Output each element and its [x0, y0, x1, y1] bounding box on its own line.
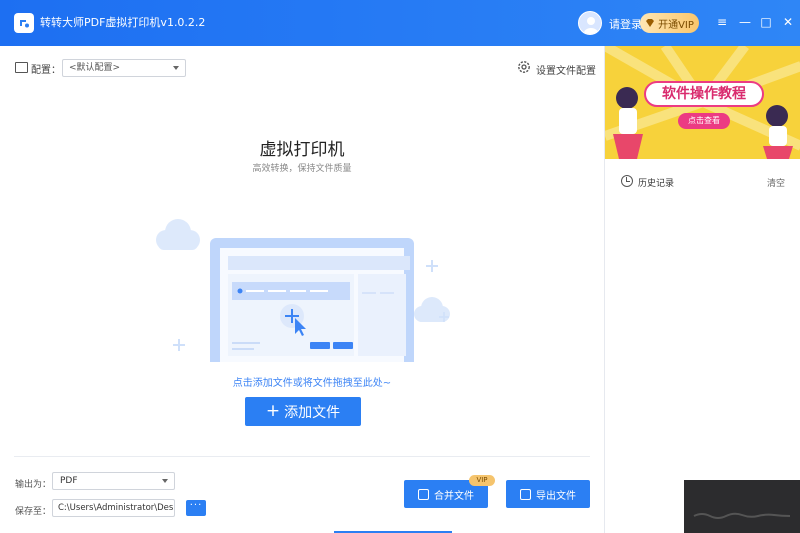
merge-files-label: 合并文件 — [434, 490, 474, 502]
divider — [14, 456, 590, 457]
browse-folder-button[interactable]: ··· — [186, 500, 206, 516]
cloud-icon — [156, 219, 200, 250]
merge-icon — [418, 488, 429, 500]
output-format-value: PDF — [60, 476, 78, 486]
drop-hint-text[interactable]: 点击添加文件或将文件拖拽至此处~ — [0, 374, 624, 389]
history-label: 历史记录 — [638, 179, 675, 189]
export-files-label: 导出文件 — [536, 490, 576, 502]
user-avatar-icon[interactable] — [578, 11, 602, 35]
add-file-label: 添加文件 — [284, 404, 341, 421]
export-files-button[interactable]: 导出文件 — [506, 480, 590, 508]
banner-cta-button[interactable]: 点击查看 — [678, 113, 730, 129]
main-panel: 配置： <默认配置> 设置文件配置 虚拟打印机 高效转换，保持文件质量 点击添加… — [0, 46, 604, 533]
gear-icon[interactable] — [517, 60, 531, 74]
dark-overlay — [684, 480, 800, 533]
output-format-select[interactable]: PDF — [52, 472, 175, 490]
clock-icon — [621, 175, 633, 187]
clear-history-link[interactable]: 清空 — [767, 176, 785, 189]
drop-zone-illustration[interactable] — [150, 184, 460, 362]
settings-file-config-link[interactable]: 设置文件配置 — [536, 62, 596, 77]
config-select[interactable]: <默认配置> — [62, 59, 186, 77]
open-vip-label: 开通VIP — [658, 19, 694, 31]
tutorial-banner[interactable]: 软件操作教程 点击查看 — [605, 46, 800, 159]
save-path-field[interactable]: C:\Users\Administrator\Desk... — [52, 499, 175, 517]
close-button[interactable]: ✕ — [779, 13, 797, 31]
sidebar: 软件操作教程 点击查看 历史记录 清空 — [604, 46, 800, 533]
add-file-button[interactable]: + 添加文件 — [245, 397, 361, 426]
app-title: 转转大师PDF虚拟打印机v1.0.2.2 — [40, 16, 206, 29]
config-select-value: <默认配置> — [69, 63, 121, 73]
folder-config-icon — [15, 62, 28, 73]
chevron-down-icon — [173, 66, 179, 70]
banner-title: 软件操作教程 — [644, 81, 764, 107]
save-to-label: 保存至： — [15, 507, 52, 517]
menu-icon[interactable]: ≡ — [713, 13, 731, 31]
plus-icon: + — [265, 401, 281, 421]
diamond-icon — [646, 19, 655, 27]
login-link[interactable]: 请登录 — [609, 16, 642, 32]
config-label: 配置： — [31, 65, 61, 76]
export-icon — [520, 488, 531, 500]
app-logo-icon — [14, 13, 34, 33]
minimize-button[interactable]: — — [736, 13, 754, 31]
title-bar: 转转大师PDF虚拟打印机v1.0.2.2 请登录 开通VIP ≡ — □ ✕ — [0, 0, 800, 46]
page-subtitle: 高效转换，保持文件质量 — [252, 164, 352, 174]
chevron-down-icon — [162, 479, 168, 483]
blurred-watermark — [693, 512, 791, 519]
output-format-label: 输出为： — [15, 480, 52, 490]
maximize-button[interactable]: □ — [757, 13, 775, 31]
vip-badge: VIP — [469, 475, 495, 486]
open-vip-button[interactable]: 开通VIP — [640, 13, 699, 33]
page-title: 虚拟打印机 — [259, 140, 345, 160]
